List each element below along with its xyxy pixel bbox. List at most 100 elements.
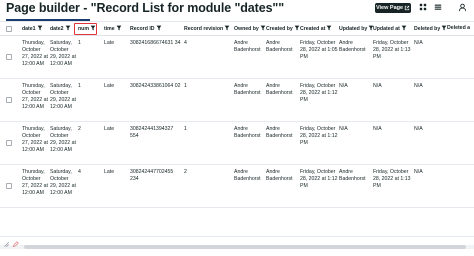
- cell-updated-at: Friday, October 28, 2022 at 1:13 PM: [373, 40, 411, 60]
- table-row[interactable]: Thursday, October 27, 2022 at 12:00 AM Sa…: [0, 37, 474, 79]
- column-header-deleted-by[interactable]: Deleted by: [414, 25, 447, 33]
- filter-icon[interactable]: [224, 25, 230, 33]
- column-header-time[interactable]: time: [104, 25, 122, 33]
- cell-deleted-by: N/A: [414, 169, 423, 175]
- column-header-label: date2: [50, 26, 64, 32]
- table-row[interactable]: Thursday, October 27, 2022 at 12:00 AM Sa…: [0, 123, 474, 165]
- view-page-label: View Page: [375, 5, 404, 11]
- cell-num: 4: [78, 169, 81, 175]
- column-header-label: Updated at: [373, 26, 400, 32]
- cell-updated-by: N/A: [339, 83, 348, 89]
- column-header-created-by[interactable]: Created by: [266, 25, 300, 33]
- filter-icon[interactable]: [156, 25, 162, 33]
- cell-updated-at: N/A: [373, 126, 382, 132]
- cell-deleted-by: N/A: [414, 40, 423, 46]
- user-icon[interactable]: [457, 2, 467, 12]
- row-checkbox[interactable]: [6, 97, 12, 103]
- external-link-icon: [404, 5, 410, 11]
- cell-owned-by: Andre Badenhorst: [234, 40, 261, 53]
- horizontal-scrollbar-thumb[interactable]: [24, 245, 466, 249]
- column-header-deleted-at[interactable]: Deleted a: [447, 25, 470, 31]
- column-header-date2[interactable]: date2: [50, 25, 71, 33]
- grid-icon[interactable]: [418, 2, 428, 12]
- filter-icon[interactable]: [116, 25, 122, 33]
- cell-deleted-by: N/A: [414, 126, 423, 132]
- page-header: Page builder - "Record List for module "…: [0, 0, 474, 18]
- row-checkbox[interactable]: [6, 54, 12, 60]
- cell-updated-by: Andre Badenhorst: [339, 169, 366, 182]
- cell-created-by: Andre Badenhorst: [266, 83, 293, 96]
- cell-updated-by: Andre Badenhorst: [339, 40, 366, 53]
- column-header-record-id[interactable]: Record ID: [130, 25, 162, 33]
- column-header-label: time: [104, 26, 115, 32]
- cell-time: Late: [104, 169, 115, 175]
- cell-owned-by: Andre Badenhorst: [234, 169, 261, 182]
- cell-time: Late: [104, 40, 115, 46]
- menu-icon[interactable]: [433, 2, 443, 12]
- row-checkbox[interactable]: [6, 183, 12, 189]
- cell-created-at: Friday, October 28, 2022 at 1:12 PM: [300, 169, 338, 189]
- filter-icon[interactable]: [65, 25, 71, 33]
- select-all-checkbox[interactable]: [6, 26, 12, 32]
- cell-num: 1: [78, 83, 81, 89]
- cell-date1: Thursday, October 27, 2022 at 12:00 AM: [22, 126, 48, 153]
- cell-record-id: 308242441394327 554: [130, 126, 174, 139]
- cell-date1: Thursday, October 27, 2022 at 12:00 AM: [22, 83, 48, 110]
- column-header-label: Record ID: [130, 26, 155, 32]
- column-header-record-revision[interactable]: Record revision: [184, 25, 230, 33]
- table-row[interactable]: Thursday, October 27, 2022 at 12:00 AM Sa…: [0, 80, 474, 122]
- cell-date1: Thursday, October 27, 2022 at 12:00 AM: [22, 169, 48, 196]
- column-header-label: Updated by: [339, 26, 368, 32]
- column-header-label: Created at: [300, 26, 326, 32]
- column-header-updated-at[interactable]: Updated at: [373, 25, 407, 33]
- cell-record-id: 308241686674631 34: [130, 40, 181, 46]
- filter-icon[interactable]: [37, 25, 43, 33]
- cell-created-at: Friday, October 28, 2022 at 1:12 PM: [300, 126, 338, 146]
- column-header-label: Owned by: [234, 26, 259, 32]
- column-header-label: Deleted a: [447, 25, 471, 31]
- edit-icon[interactable]: [12, 241, 19, 248]
- filter-icon[interactable]: [401, 25, 407, 33]
- filter-icon[interactable]: [294, 25, 300, 33]
- column-header-num[interactable]: num: [78, 25, 96, 33]
- cell-date2: Saturday, October 29, 2022 at 12:00 AM: [50, 40, 76, 67]
- cell-created-at: Friday, October 28, 2022 at 1:12 PM: [300, 83, 338, 103]
- page-title: Page builder - "Record List for module "…: [6, 1, 285, 15]
- cell-created-at: Friday, October 28, 2022 at 1:05 PM: [300, 40, 338, 60]
- cell-created-by: Andre Badenhorst: [266, 126, 293, 139]
- row-checkbox[interactable]: [6, 140, 12, 146]
- table-row[interactable]: Thursday, October 27, 2022 at 12:00 AM Sa…: [0, 166, 474, 208]
- cell-date2: Saturday, October 29, 2022 at 12:00 AM: [50, 169, 76, 196]
- filter-icon[interactable]: [90, 25, 96, 33]
- cell-num: 2: [78, 126, 81, 132]
- table-header: date1 date2 num time Record ID Record revisio…: [0, 22, 474, 36]
- cell-date2: Saturday, October 29, 2022 at 12:00 AM: [50, 83, 76, 110]
- column-header-label: date1: [22, 26, 36, 32]
- column-header-date1[interactable]: date1: [22, 25, 43, 33]
- filter-icon[interactable]: [326, 25, 332, 33]
- cell-created-by: Andre Badenhorst: [266, 169, 293, 182]
- view-page-button[interactable]: View Page: [375, 3, 411, 13]
- cell-date1: Thursday, October 27, 2022 at 12:00 AM: [22, 40, 48, 67]
- column-header-label: num: [78, 26, 89, 32]
- cell-record-revision: 4: [184, 40, 187, 46]
- column-header-created-at[interactable]: Created at: [300, 25, 332, 33]
- column-header-label: Record revision: [184, 26, 224, 32]
- cell-record-id: 308242433861064 02: [130, 83, 181, 89]
- cell-date2: Saturday, October 29, 2022 at 12:00 AM: [50, 126, 76, 153]
- cell-updated-by: N/A: [339, 126, 348, 132]
- cell-record-revision: 1: [184, 126, 187, 132]
- resize-icon[interactable]: [3, 241, 10, 248]
- column-header-label: Deleted by: [414, 26, 441, 32]
- cell-owned-by: Andre Badenhorst: [234, 126, 261, 139]
- footer-toolbar: [3, 241, 19, 248]
- cell-updated-at: Friday, October 28, 2022 at 1:13 PM: [373, 169, 411, 189]
- column-header-owned-by[interactable]: Owned by: [234, 25, 266, 33]
- cell-owned-by: Andre Badenhorst: [234, 83, 261, 96]
- cell-time: Late: [104, 83, 115, 89]
- filter-icon[interactable]: [260, 25, 266, 33]
- column-header-updated-by[interactable]: Updated by: [339, 25, 374, 33]
- cell-num: 1: [78, 40, 81, 46]
- cell-record-revision: 1: [184, 83, 187, 89]
- cell-created-by: Andre Badenhorst: [266, 40, 293, 53]
